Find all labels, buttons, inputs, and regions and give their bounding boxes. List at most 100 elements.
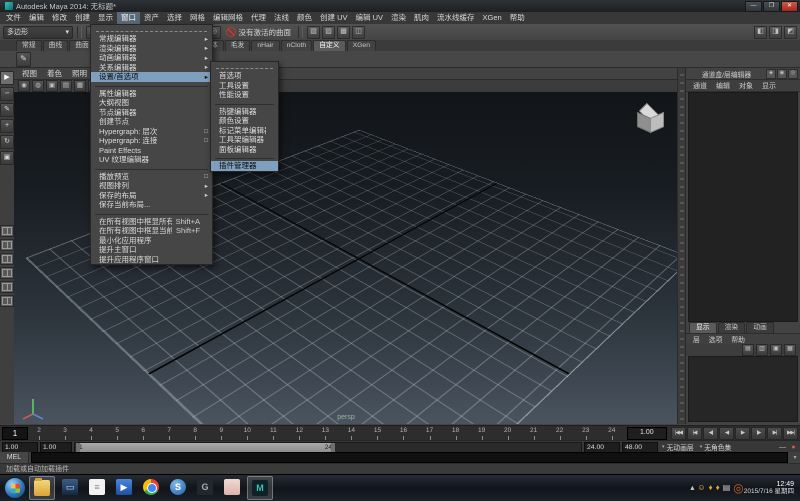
menu-bar-item[interactable]: 网格 [186, 12, 209, 24]
frame-tick[interactable]: 2 [26, 426, 52, 441]
menu-bar-item[interactable]: 选择 [163, 12, 186, 24]
channel-settings-icon[interactable]: ◎ [788, 68, 798, 79]
auto-keyframe-toggle[interactable]: ● [789, 443, 798, 452]
menu-bar-item[interactable]: 创建 [71, 12, 94, 24]
go-to-start-button[interactable]: |◀◀ [671, 427, 686, 440]
taskbar-sogou-icon[interactable]: S [166, 476, 190, 498]
frame-tick[interactable]: 21 [521, 426, 547, 441]
channel-box-list-area[interactable] [688, 92, 798, 322]
current-time-field[interactable]: 1.00 [626, 427, 667, 440]
menu-item[interactable]: 提升应用程序窗口 [91, 255, 212, 265]
frame-tick[interactable]: 8 [182, 426, 208, 441]
layer-editor-tab[interactable]: 动画 [746, 322, 774, 333]
layout-persp-outliner-button[interactable] [0, 253, 14, 265]
menu-bar-item[interactable]: 肌肉 [410, 12, 433, 24]
shelf-tab[interactable]: 曲线 [42, 40, 69, 51]
channel-box-menu-item[interactable]: 对象 [735, 81, 757, 91]
menu-bar-item[interactable]: 法线 [270, 12, 293, 24]
frame-tick[interactable]: 6 [130, 426, 156, 441]
menu-tearoff-handle[interactable] [96, 26, 207, 32]
menu-bar-item[interactable]: 颜色 [293, 12, 316, 24]
tray-smiley-icon[interactable]: ☺ [697, 483, 705, 493]
frame-tick[interactable]: 10 [234, 426, 260, 441]
taskbar-pink-app-icon[interactable] [220, 476, 244, 498]
layer-list-area[interactable] [688, 356, 798, 422]
animation-start-field[interactable]: 1.00 [2, 441, 38, 453]
range-slider-track[interactable]: 1 24 [74, 441, 582, 453]
minimize-button[interactable]: — [745, 0, 762, 12]
lasso-select-tool-icon[interactable]: ∽ [0, 87, 14, 101]
move-tool-icon[interactable]: + [0, 119, 14, 133]
taskbar-clock[interactable]: 12:49 2015/7/16 星期四 [744, 481, 798, 496]
menu-bar-item[interactable]: 显示 [94, 12, 117, 24]
menu-item[interactable]: 设置/首选项 ▸ [91, 72, 212, 82]
tray-folder-icon[interactable]: ▤ [723, 483, 731, 493]
step-forward-key-button[interactable]: |▶ [751, 427, 766, 440]
select-camera-icon[interactable]: ◉ [18, 80, 30, 92]
layout-persp-uv-button[interactable] [0, 295, 14, 307]
submenu-item[interactable]: 面板编辑器 [211, 145, 278, 155]
rotate-tool-icon[interactable]: ↻ [0, 135, 14, 149]
shelf-tab[interactable]: nHair [251, 40, 280, 51]
animation-preferences-icon[interactable]: — [778, 443, 787, 452]
sidebar-toggle-attribute-editor-icon[interactable]: ◧ [754, 25, 767, 39]
channel-box-menu-item[interactable]: 通道 [689, 81, 711, 91]
layout-persp-graph-button[interactable] [0, 267, 14, 279]
layer-editor-tab[interactable]: 显示 [689, 322, 717, 333]
taskbar-explorer-icon[interactable] [29, 476, 55, 500]
animation-end-field[interactable]: 48.00 [622, 441, 658, 453]
step-forward-frame-button[interactable]: ▶| [767, 427, 782, 440]
channel-slowdown-icon[interactable]: ◈ [766, 68, 776, 79]
frame-ruler[interactable]: 123456789101112131415161718192021222324 [0, 426, 625, 441]
frame-tick[interactable]: 12 [286, 426, 312, 441]
frame-tick[interactable]: 9 [208, 426, 234, 441]
camera-attributes-icon[interactable]: ▣ [46, 80, 58, 92]
play-forwards-button[interactable]: ▶ [735, 427, 750, 440]
menu-item[interactable]: Hypergraph: 连接 □ [91, 136, 212, 146]
submenu-item[interactable] [215, 100, 274, 105]
go-to-end-button[interactable]: ▶▶| [783, 427, 798, 440]
script-editor-icon[interactable]: ▾ [790, 454, 800, 461]
paint-select-tool-icon[interactable]: ✎ [0, 103, 14, 117]
taskbar-dark-app-icon[interactable]: G [193, 476, 217, 498]
menu-tearoff-handle[interactable] [216, 63, 273, 69]
frame-tick[interactable]: 22 [547, 426, 573, 441]
layout-hypershade-persp-button[interactable] [0, 281, 14, 293]
channel-box-menu-item[interactable]: 显示 [758, 81, 780, 91]
command-language-toggle[interactable]: MEL [0, 452, 29, 463]
scale-tool-icon[interactable]: ▣ [0, 151, 14, 165]
layer-editor-menu-item[interactable]: 层 [689, 334, 704, 344]
current-frame-marker[interactable]: 1 [2, 427, 28, 440]
anim-layer-dropdown[interactable]: ▾ 无动画层 [660, 442, 696, 452]
command-input[interactable] [31, 452, 788, 463]
tray-badge-icon-2[interactable]: ♦ [716, 483, 720, 493]
layout-four-pane-button[interactable] [0, 239, 14, 251]
frame-tick[interactable]: 17 [417, 426, 443, 441]
panel-menu-item[interactable]: 着色 [42, 68, 67, 79]
sidebar-toggle-channel-box-icon[interactable]: ◩ [784, 25, 797, 39]
taskbar-maya-icon[interactable]: M [247, 476, 273, 500]
menu-bar-item[interactable]: 资产 [140, 12, 163, 24]
layer-editor-tab[interactable]: 渲染 [717, 322, 746, 333]
frame-tick[interactable]: 23 [573, 426, 599, 441]
layout-single-pane-button[interactable] [0, 225, 14, 237]
time-slider[interactable]: 123456789101112131415161718192021222324 … [0, 425, 800, 441]
frame-tick[interactable]: 7 [156, 426, 182, 441]
submenu-item[interactable]: 插件管理器 [211, 161, 278, 171]
frame-tick[interactable]: 16 [390, 426, 416, 441]
no-live-surface-indicator[interactable]: 没有激活的曲面 [223, 27, 295, 38]
bookmarks-icon[interactable]: ▤ [60, 80, 72, 92]
menu-bar-item[interactable]: 窗口 [117, 12, 140, 24]
layer-editor-menu-item[interactable]: 选项 [705, 334, 727, 344]
taskbar-computer-icon[interactable]: ▭ [58, 476, 82, 498]
panel-menu-item[interactable]: 照明 [67, 68, 92, 79]
shelf-tab[interactable]: 自定义 [313, 40, 346, 51]
menu-bar-item[interactable]: 代理 [247, 12, 270, 24]
step-back-frame-button[interactable]: |◀ [687, 427, 702, 440]
render-view-icon[interactable]: ▧ [307, 25, 321, 39]
menu-bar-item[interactable]: 流水线缓存 [433, 12, 479, 24]
submenu-item[interactable]: 性能设置 [211, 90, 278, 100]
frame-tick[interactable]: 5 [104, 426, 130, 441]
image-plane-icon[interactable]: ▦ [74, 80, 86, 92]
frame-tick[interactable]: 11 [260, 426, 286, 441]
